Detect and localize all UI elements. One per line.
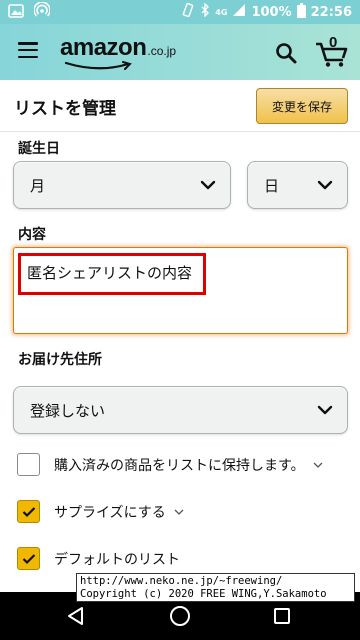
- month-select[interactable]: 月: [13, 161, 231, 209]
- hotspot-icon: [33, 1, 51, 22]
- app-header: amazon.co.jp 0: [0, 24, 360, 80]
- address-select-value: 登録しない: [30, 401, 106, 420]
- surprise-row[interactable]: サプライズにする: [17, 500, 184, 523]
- menu-icon[interactable]: [18, 42, 38, 58]
- birthday-label: 誕生日: [18, 141, 60, 157]
- page-title: リストを管理: [14, 99, 116, 119]
- home-icon[interactable]: [168, 604, 192, 628]
- day-select-value: 日: [264, 176, 280, 195]
- keep-purchased-label: 購入済みの商品をリストに保持します。: [54, 457, 305, 474]
- day-select[interactable]: 日: [247, 161, 348, 209]
- checkmark-icon: [22, 553, 35, 564]
- watermark-copyright: Copyright (c) 2020 FREE WING,Y.Sakamoto: [80, 588, 327, 600]
- battery-icon: [296, 2, 306, 22]
- default-list-label: デフォルトのリスト: [54, 551, 180, 568]
- default-list-checkbox[interactable]: [17, 547, 40, 570]
- back-icon[interactable]: [64, 604, 88, 628]
- annotation-highlight: [18, 253, 206, 295]
- bluetooth-icon: [200, 2, 210, 21]
- watermark-url: http://www.neko.ne.jp/~freewing/: [80, 575, 283, 587]
- chevron-down-icon: [317, 405, 333, 415]
- amazon-logo[interactable]: amazon.co.jp: [60, 34, 177, 70]
- logo-text: amazon: [60, 34, 147, 61]
- chevron-down-icon[interactable]: [174, 508, 184, 516]
- shipping-address-label: お届け先住所: [18, 352, 102, 368]
- clock: 22:56: [310, 4, 352, 20]
- address-select[interactable]: 登録しない: [13, 386, 348, 434]
- chevron-down-icon[interactable]: [313, 461, 323, 469]
- default-list-row[interactable]: デフォルトのリスト: [17, 547, 180, 570]
- network-type: 4G: [215, 7, 228, 17]
- search-icon[interactable]: [274, 41, 298, 65]
- smile-icon: [64, 61, 132, 70]
- surprise-checkbox[interactable]: [17, 500, 40, 523]
- battery-level: 100%: [251, 4, 292, 20]
- surprise-label: サプライズにする: [54, 504, 166, 521]
- gallery-icon: [8, 3, 24, 22]
- keep-purchased-row[interactable]: 購入済みの商品をリストに保持します。: [17, 453, 323, 476]
- recents-icon[interactable]: [270, 604, 294, 628]
- checkmark-icon: [22, 506, 35, 517]
- cart-button[interactable]: 0: [315, 34, 349, 68]
- contents-label: 内容: [18, 227, 46, 243]
- chevron-down-icon: [317, 180, 333, 190]
- status-bar: 4G 100% 22:56: [0, 0, 360, 24]
- save-changes-button[interactable]: 変更を保存: [256, 88, 348, 124]
- signal-icon: [232, 3, 246, 21]
- month-select-value: 月: [30, 176, 46, 195]
- cart-icon: [316, 42, 348, 67]
- logo-suffix: .co.jp: [147, 44, 177, 58]
- chevron-down-icon: [200, 180, 216, 190]
- keep-purchased-checkbox[interactable]: [17, 453, 40, 476]
- vibrate-icon: [181, 2, 195, 21]
- copyright-watermark: http://www.neko.ne.jp/~freewing/ Copyrig…: [76, 573, 355, 602]
